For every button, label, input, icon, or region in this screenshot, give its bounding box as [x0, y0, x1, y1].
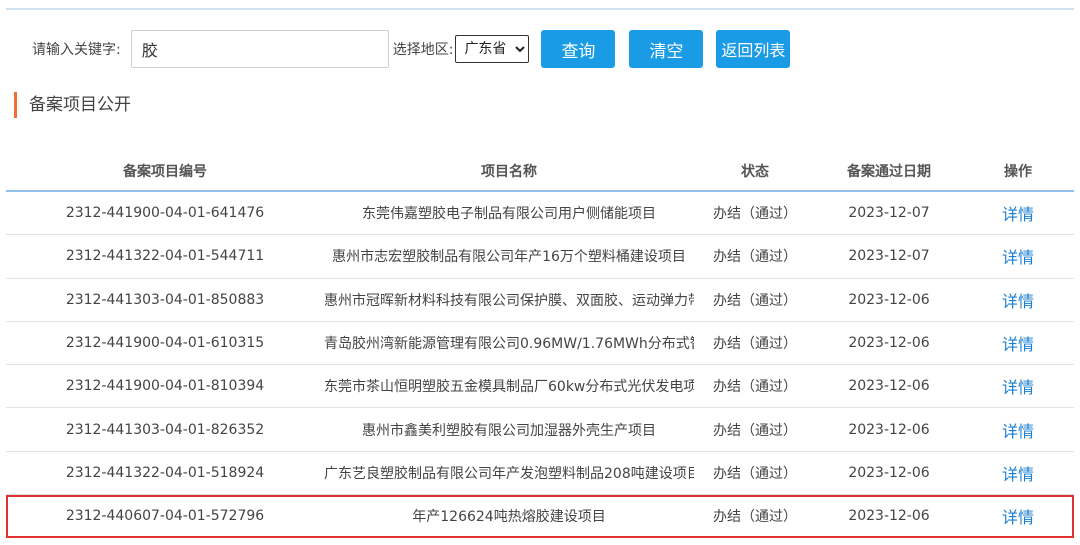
cell-name: 广东艺良塑胶制品有限公司年产发泡塑料制品208吨建设项目: [324, 465, 694, 482]
region-label: 选择地区:: [392, 42, 454, 58]
table-row: 2312-441900-04-01-610315 青岛胶州湾新能源管理有限公司0…: [6, 322, 1074, 366]
detail-link[interactable]: 详情: [962, 331, 1074, 355]
header-code: 备案项目编号: [123, 164, 207, 180]
search-bar: 请输入关键字: 选择地区: 广东省 查询 清空 返回列表: [32, 30, 791, 68]
cell-name: 惠州市志宏塑胶制品有限公司年产16万个塑料桶建设项目: [332, 249, 686, 266]
cell-date: 2023-12-06: [848, 335, 930, 352]
detail-link[interactable]: 详情: [962, 244, 1074, 268]
table-row: 2312-441303-04-01-826352 惠州市鑫美利塑胶有限公司加湿器…: [6, 408, 1074, 452]
cell-code: 2312-441900-04-01-641476: [65, 205, 265, 222]
table-row: 2312-441900-04-01-641476 东莞伟嘉塑胶电子制品有限公司用…: [6, 192, 1074, 236]
keyword-input[interactable]: [130, 30, 389, 68]
query-button[interactable]: 查询: [541, 30, 616, 68]
cell-date: 2023-12-07: [848, 205, 930, 222]
cell-code: 2312-441303-04-01-826352: [65, 421, 265, 438]
cell-code: 2312-441322-04-01-544711: [65, 248, 265, 265]
detail-link[interactable]: 详情: [962, 504, 1074, 528]
table-row: 2312-441322-04-01-518924 广东艺良塑胶制品有限公司年产发…: [6, 452, 1074, 496]
section-title: 备案项目公开: [14, 92, 131, 118]
cell-name: 惠州市鑫美利塑胶有限公司加湿器外壳生产项目: [362, 422, 656, 439]
table-row-highlighted: 2312-440607-04-01-572796 年产126624吨热熔胶建设项…: [6, 495, 1074, 539]
detail-link[interactable]: 详情: [962, 461, 1074, 485]
header-action: 操作: [1004, 164, 1032, 180]
detail-link[interactable]: 详情: [962, 288, 1074, 312]
cell-code: 2312-440607-04-01-572796: [65, 508, 265, 525]
cell-date: 2023-12-06: [848, 421, 930, 438]
cell-status: 办结（通过）: [713, 465, 797, 482]
detail-link[interactable]: 详情: [962, 418, 1074, 442]
cell-name: 东莞伟嘉塑胶电子制品有限公司用户侧储能项目: [362, 206, 656, 223]
cell-status: 办结（通过）: [713, 292, 797, 309]
header-date: 备案通过日期: [847, 164, 931, 180]
cell-date: 2023-12-06: [848, 291, 930, 308]
cell-status: 办结（通过）: [713, 422, 797, 439]
cell-status: 办结（通过）: [713, 206, 797, 223]
header-status: 状态: [741, 164, 769, 180]
cell-name: 惠州市冠晖新材料科技有限公司保护膜、双面胶、运动弹力带生: [324, 292, 694, 309]
cell-name: 青岛胶州湾新能源管理有限公司0.96MW/1.76MWh分布式智慧: [324, 336, 694, 353]
header-name: 项目名称: [481, 164, 537, 180]
table-header: 备案项目编号 项目名称 状态 备案通过日期 操作: [6, 152, 1074, 192]
cell-status: 办结（通过）: [713, 336, 797, 353]
cell-code: 2312-441900-04-01-610315: [65, 335, 265, 352]
cell-date: 2023-12-07: [848, 248, 930, 265]
cell-code: 2312-441303-04-01-850883: [65, 291, 265, 308]
cell-date: 2023-12-06: [848, 508, 930, 525]
detail-link[interactable]: 详情: [962, 201, 1074, 225]
detail-link[interactable]: 详情: [962, 374, 1074, 398]
keyword-label: 请输入关键字:: [32, 42, 121, 58]
cell-date: 2023-12-06: [848, 378, 930, 395]
back-to-list-button[interactable]: 返回列表: [716, 30, 791, 68]
region-select[interactable]: 广东省: [455, 35, 530, 63]
cell-status: 办结（通过）: [713, 379, 797, 396]
cell-code: 2312-441900-04-01-810394: [65, 378, 265, 395]
cell-status: 办结（通过）: [713, 509, 797, 526]
project-table: 备案项目编号 项目名称 状态 备案通过日期 操作 2312-441900-04-…: [6, 152, 1074, 539]
table-row: 2312-441303-04-01-850883 惠州市冠晖新材料科技有限公司保…: [6, 279, 1074, 322]
cell-code: 2312-441322-04-01-518924: [65, 464, 265, 481]
cell-date: 2023-12-06: [848, 464, 930, 481]
cell-name: 东莞市茶山恒明塑胶五金模具制品厂60kw分布式光伏发电项目: [324, 379, 694, 396]
cell-name: 年产126624吨热熔胶建设项目: [412, 509, 606, 526]
clear-button[interactable]: 清空: [629, 30, 704, 68]
table-row: 2312-441900-04-01-810394 东莞市茶山恒明塑胶五金模具制品…: [6, 365, 1074, 409]
cell-status: 办结（通过）: [713, 249, 797, 266]
table-row: 2312-441322-04-01-544711 惠州市志宏塑胶制品有限公司年产…: [6, 235, 1074, 279]
